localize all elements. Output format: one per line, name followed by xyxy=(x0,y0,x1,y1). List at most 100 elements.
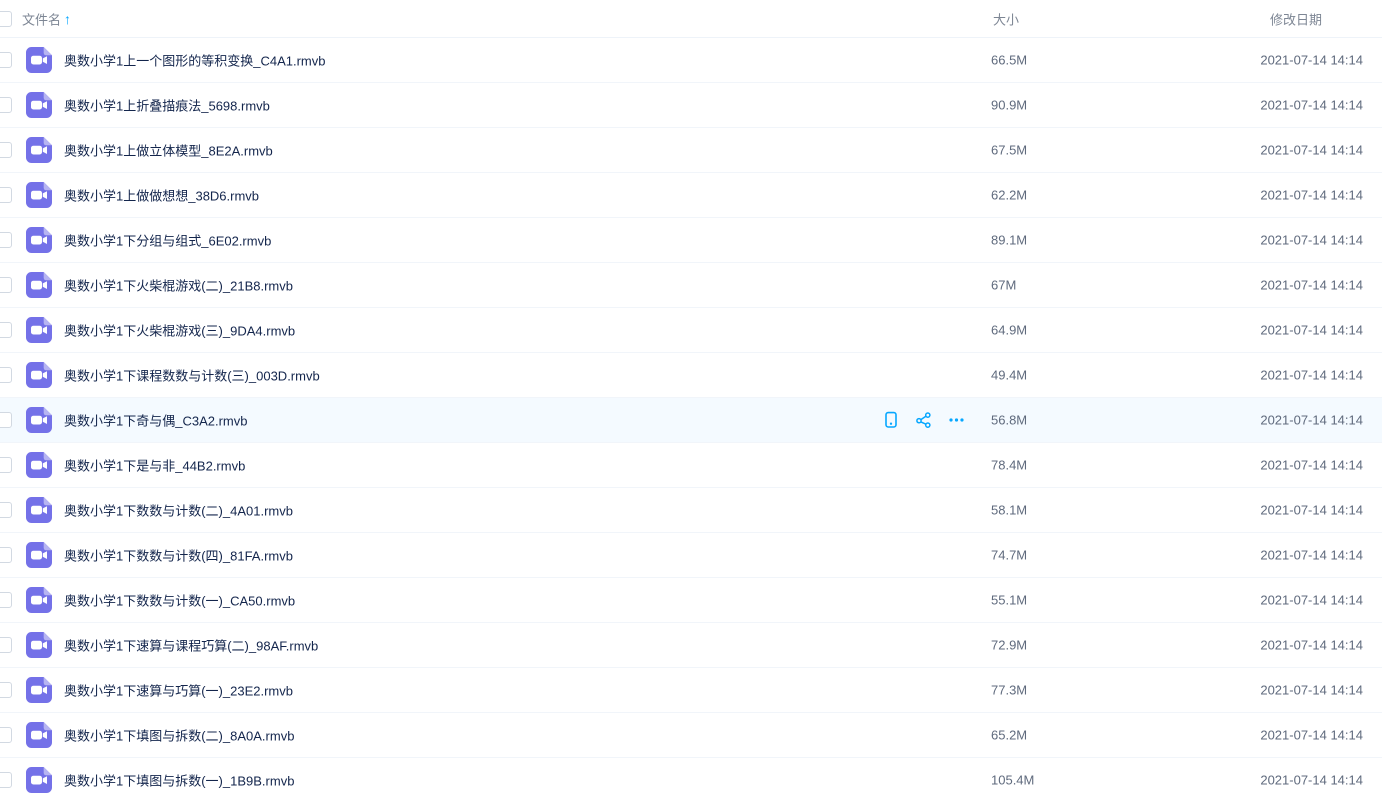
file-name[interactable]: 奥数小学1上做立体模型_8E2A.rmvb xyxy=(64,141,273,160)
share-button[interactable] xyxy=(915,412,932,429)
video-file-icon xyxy=(26,497,52,523)
file-date: 2021-07-14 14:14 xyxy=(1260,638,1363,653)
file-date: 2021-07-14 14:14 xyxy=(1260,143,1363,158)
file-name[interactable]: 奥数小学1下火柴棍游戏(三)_9DA4.rmvb xyxy=(64,321,295,340)
video-file-icon xyxy=(26,722,52,748)
file-row[interactable]: 奥数小学1下是与非_44B2.rmvb 78.4M 2021-07-14 14:… xyxy=(0,443,1382,488)
file-row[interactable]: 奥数小学1下火柴棍游戏(二)_21B8.rmvb 67M 2021-07-14 … xyxy=(0,263,1382,308)
video-file-icon xyxy=(26,677,52,703)
file-name[interactable]: 奥数小学1下填图与拆数(二)_8A0A.rmvb xyxy=(64,726,294,745)
video-file-icon xyxy=(26,407,52,433)
file-name[interactable]: 奥数小学1上折叠描痕法_5698.rmvb xyxy=(64,96,270,115)
file-date: 2021-07-14 14:14 xyxy=(1260,503,1363,518)
file-date: 2021-07-14 14:14 xyxy=(1260,458,1363,473)
row-checkbox[interactable] xyxy=(0,232,12,248)
row-checkbox[interactable] xyxy=(0,547,12,563)
video-file-icon xyxy=(26,227,52,253)
file-date: 2021-07-14 14:14 xyxy=(1260,323,1363,338)
row-checkbox[interactable] xyxy=(0,277,12,293)
file-size: 74.7M xyxy=(991,548,1027,563)
file-name[interactable]: 奥数小学1下奇与偶_C3A2.rmvb xyxy=(64,411,247,430)
sort-ascending-icon[interactable]: ↑ xyxy=(64,12,71,26)
file-size: 90.9M xyxy=(991,98,1027,113)
file-size: 62.2M xyxy=(991,188,1027,203)
row-checkbox[interactable] xyxy=(0,97,12,113)
file-row[interactable]: 奥数小学1上做做想想_38D6.rmvb 62.2M 2021-07-14 14… xyxy=(0,173,1382,218)
file-name[interactable]: 奥数小学1下数数与计数(一)_CA50.rmvb xyxy=(64,591,295,610)
file-row[interactable]: 奥数小学1下数数与计数(一)_CA50.rmvb 55.1M 2021-07-1… xyxy=(0,578,1382,623)
row-checkbox[interactable] xyxy=(0,772,12,788)
video-file-icon xyxy=(26,317,52,343)
file-row[interactable]: 奥数小学1下课程数数与计数(三)_003D.rmvb 49.4M 2021-07… xyxy=(0,353,1382,398)
file-name[interactable]: 奥数小学1下课程数数与计数(三)_003D.rmvb xyxy=(64,366,320,385)
column-header-filename[interactable]: 文件名 xyxy=(22,9,61,28)
file-size: 64.9M xyxy=(991,323,1027,338)
row-checkbox[interactable] xyxy=(0,52,12,68)
row-checkbox[interactable] xyxy=(0,682,12,698)
file-date: 2021-07-14 14:14 xyxy=(1260,728,1363,743)
row-checkbox[interactable] xyxy=(0,502,12,518)
file-name[interactable]: 奥数小学1下速算与课程巧算(二)_98AF.rmvb xyxy=(64,636,318,655)
file-size: 49.4M xyxy=(991,368,1027,383)
file-row[interactable]: 奥数小学1上一个图形的等积变换_C4A1.rmvb 66.5M 2021-07-… xyxy=(0,38,1382,83)
file-size: 55.1M xyxy=(991,593,1027,608)
file-date: 2021-07-14 14:14 xyxy=(1260,98,1363,113)
video-file-icon xyxy=(26,632,52,658)
row-checkbox[interactable] xyxy=(0,727,12,743)
file-name[interactable]: 奥数小学1下火柴棍游戏(二)_21B8.rmvb xyxy=(64,276,293,295)
file-date: 2021-07-14 14:14 xyxy=(1260,53,1363,68)
file-size: 66.5M xyxy=(991,53,1027,68)
file-name[interactable]: 奥数小学1下是与非_44B2.rmvb xyxy=(64,456,245,475)
file-name[interactable]: 奥数小学1下数数与计数(二)_4A01.rmvb xyxy=(64,501,293,520)
file-size: 77.3M xyxy=(991,683,1027,698)
select-all-checkbox[interactable] xyxy=(0,11,12,27)
save-to-device-button[interactable] xyxy=(882,412,899,429)
row-checkbox[interactable] xyxy=(0,637,12,653)
file-name[interactable]: 奥数小学1下速算与巧算(一)_23E2.rmvb xyxy=(64,681,293,700)
file-name[interactable]: 奥数小学1上一个图形的等积变换_C4A1.rmvb xyxy=(64,51,325,70)
file-row[interactable]: 奥数小学1下速算与巧算(一)_23E2.rmvb 77.3M 2021-07-1… xyxy=(0,668,1382,713)
file-name[interactable]: 奥数小学1下分组与组式_6E02.rmvb xyxy=(64,231,271,250)
row-checkbox[interactable] xyxy=(0,142,12,158)
file-date: 2021-07-14 14:14 xyxy=(1260,278,1363,293)
file-date: 2021-07-14 14:14 xyxy=(1260,548,1363,563)
file-row[interactable]: 奥数小学1下分组与组式_6E02.rmvb 89.1M 2021-07-14 1… xyxy=(0,218,1382,263)
file-row[interactable]: 奥数小学1下填图与拆数(二)_8A0A.rmvb 65.2M 2021-07-1… xyxy=(0,713,1382,758)
video-file-icon xyxy=(26,362,52,388)
file-row[interactable]: 奥数小学1下速算与课程巧算(二)_98AF.rmvb 72.9M 2021-07… xyxy=(0,623,1382,668)
row-checkbox[interactable] xyxy=(0,322,12,338)
file-date: 2021-07-14 14:14 xyxy=(1260,413,1363,428)
file-manager-screen: 文件名 ↑ 大小 修改日期 奥数小学1上一个图形的等积变换_C4A1.rmvb … xyxy=(0,0,1382,796)
file-list: 奥数小学1上一个图形的等积变换_C4A1.rmvb 66.5M 2021-07-… xyxy=(0,38,1382,796)
file-row[interactable]: 奥数小学1下火柴棍游戏(三)_9DA4.rmvb 64.9M 2021-07-1… xyxy=(0,308,1382,353)
file-size: 72.9M xyxy=(991,638,1027,653)
file-row[interactable]: 奥数小学1上做立体模型_8E2A.rmvb 67.5M 2021-07-14 1… xyxy=(0,128,1382,173)
table-header: 文件名 ↑ 大小 修改日期 xyxy=(0,0,1382,38)
file-date: 2021-07-14 14:14 xyxy=(1260,593,1363,608)
row-checkbox[interactable] xyxy=(0,412,12,428)
row-hover-actions xyxy=(882,412,965,429)
file-name[interactable]: 奥数小学1下数数与计数(四)_81FA.rmvb xyxy=(64,546,293,565)
file-size: 67.5M xyxy=(991,143,1027,158)
file-name[interactable]: 奥数小学1下填图与拆数(一)_1B9B.rmvb xyxy=(64,771,294,790)
row-checkbox[interactable] xyxy=(0,592,12,608)
more-actions-button[interactable] xyxy=(948,412,965,429)
video-file-icon xyxy=(26,137,52,163)
file-size: 78.4M xyxy=(991,458,1027,473)
row-checkbox[interactable] xyxy=(0,367,12,383)
row-checkbox[interactable] xyxy=(0,187,12,203)
file-date: 2021-07-14 14:14 xyxy=(1260,368,1363,383)
file-row[interactable]: 奥数小学1下数数与计数(四)_81FA.rmvb 74.7M 2021-07-1… xyxy=(0,533,1382,578)
column-header-date[interactable]: 修改日期 xyxy=(1270,9,1322,28)
video-file-icon xyxy=(26,182,52,208)
file-row[interactable]: 奥数小学1下填图与拆数(一)_1B9B.rmvb 105.4M 2021-07-… xyxy=(0,758,1382,796)
file-row[interactable]: 奥数小学1下奇与偶_C3A2.rmvb xyxy=(0,398,1382,443)
file-date: 2021-07-14 14:14 xyxy=(1260,683,1363,698)
row-checkbox[interactable] xyxy=(0,457,12,473)
file-row[interactable]: 奥数小学1上折叠描痕法_5698.rmvb 90.9M 2021-07-14 1… xyxy=(0,83,1382,128)
share-icon xyxy=(915,412,932,429)
file-size: 105.4M xyxy=(991,773,1034,788)
file-name[interactable]: 奥数小学1上做做想想_38D6.rmvb xyxy=(64,186,259,205)
column-header-size[interactable]: 大小 xyxy=(993,9,1019,28)
file-row[interactable]: 奥数小学1下数数与计数(二)_4A01.rmvb 58.1M 2021-07-1… xyxy=(0,488,1382,533)
